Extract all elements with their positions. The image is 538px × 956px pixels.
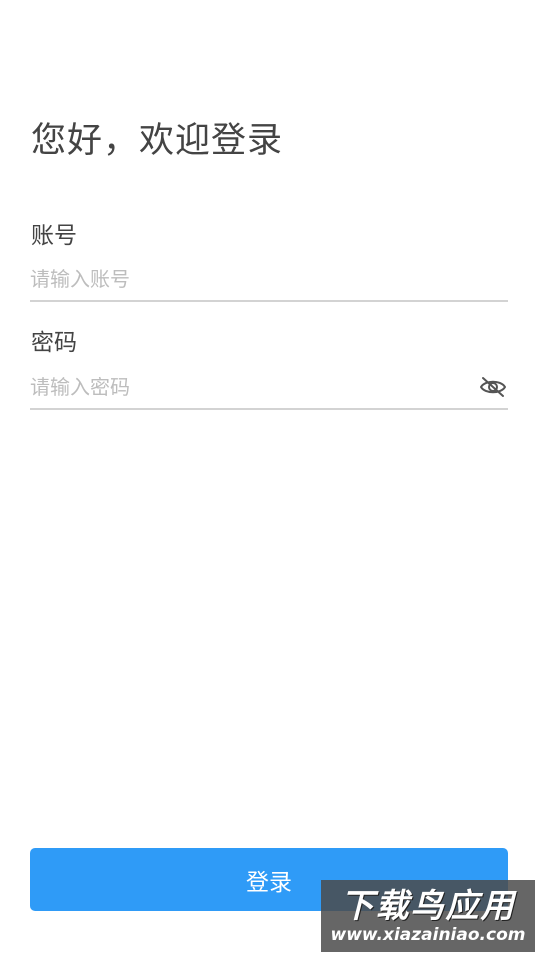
eye-off-icon[interactable] bbox=[478, 374, 508, 400]
watermark-url: www.xiazainiao.com bbox=[330, 925, 526, 945]
password-input[interactable] bbox=[30, 366, 508, 408]
account-label: 账号 bbox=[31, 223, 77, 249]
account-input[interactable] bbox=[30, 258, 508, 300]
login-screen: 您好，欢迎登录 账号 密码 登录 下载鸟应用 www.xiazainiao.co… bbox=[0, 0, 538, 956]
watermark-logo: 下载鸟应用 www.xiazainiao.com bbox=[321, 880, 535, 952]
welcome-title: 您好，欢迎登录 bbox=[31, 121, 284, 161]
account-field-container bbox=[30, 258, 508, 302]
password-label: 密码 bbox=[31, 330, 77, 356]
password-field-container bbox=[30, 366, 508, 410]
watermark-brand: 下载鸟应用 bbox=[340, 886, 516, 925]
